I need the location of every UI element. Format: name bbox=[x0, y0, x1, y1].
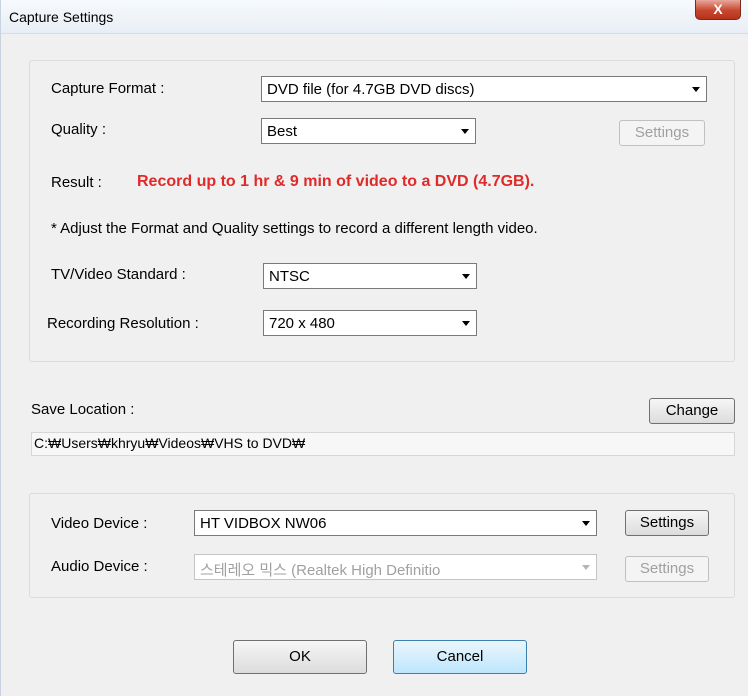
chevron-down-icon bbox=[692, 87, 700, 92]
tv-video-standard-select[interactable]: NTSC bbox=[263, 263, 477, 289]
audio-device-select[interactable]: 스테레오 믹스 (Realtek High Definitio bbox=[194, 554, 597, 580]
ok-button[interactable]: OK bbox=[233, 640, 367, 674]
quality-settings-button[interactable]: Settings bbox=[619, 120, 705, 146]
recording-resolution-select[interactable]: 720 x 480 bbox=[263, 310, 477, 336]
capture-settings-dialog: Capture Settings X Capture Format : DVD … bbox=[0, 0, 748, 696]
video-device-select[interactable]: HT VIDBOX NW06 bbox=[194, 510, 597, 536]
video-device-label: Video Device : bbox=[51, 515, 148, 532]
quality-select[interactable]: Best bbox=[261, 118, 476, 144]
recording-resolution-label: Recording Resolution : bbox=[47, 315, 199, 332]
capture-format-value: DVD file (for 4.7GB DVD discs) bbox=[267, 81, 475, 98]
title-bar: Capture Settings X bbox=[1, 0, 748, 34]
capture-format-label: Capture Format : bbox=[51, 80, 165, 97]
result-label: Result : bbox=[51, 174, 102, 191]
save-location-label: Save Location : bbox=[31, 401, 135, 418]
audio-device-label: Audio Device : bbox=[51, 558, 148, 575]
tv-video-standard-label: TV/Video Standard : bbox=[51, 266, 186, 283]
cancel-button[interactable]: Cancel bbox=[393, 640, 527, 674]
chevron-down-icon bbox=[582, 565, 590, 570]
chevron-down-icon bbox=[462, 321, 470, 326]
format-hint-note: * Adjust the Format and Quality settings… bbox=[51, 220, 538, 237]
quality-value: Best bbox=[267, 123, 298, 140]
video-device-value: HT VIDBOX NW06 bbox=[200, 515, 327, 532]
tv-video-standard-value: NTSC bbox=[269, 268, 310, 285]
quality-label: Quality : bbox=[51, 121, 107, 138]
chevron-down-icon bbox=[582, 521, 590, 526]
chevron-down-icon bbox=[461, 129, 469, 134]
close-button[interactable]: X bbox=[695, 0, 741, 20]
change-location-button[interactable]: Change bbox=[649, 398, 735, 424]
result-value: Record up to 1 hr & 9 min of video to a … bbox=[137, 173, 535, 190]
devices-group bbox=[29, 493, 735, 598]
chevron-down-icon bbox=[462, 274, 470, 279]
video-device-settings-button[interactable]: Settings bbox=[625, 510, 709, 536]
recording-resolution-value: 720 x 480 bbox=[269, 315, 335, 332]
audio-device-settings-button[interactable]: Settings bbox=[625, 556, 709, 582]
capture-format-select[interactable]: DVD file (for 4.7GB DVD discs) bbox=[261, 76, 707, 102]
window-title: Capture Settings bbox=[9, 9, 114, 25]
save-location-path: C:₩Users₩khryu₩Videos₩VHS to DVD₩ bbox=[31, 432, 735, 456]
audio-device-value: 스테레오 믹스 (Realtek High Definitio bbox=[200, 562, 441, 579]
